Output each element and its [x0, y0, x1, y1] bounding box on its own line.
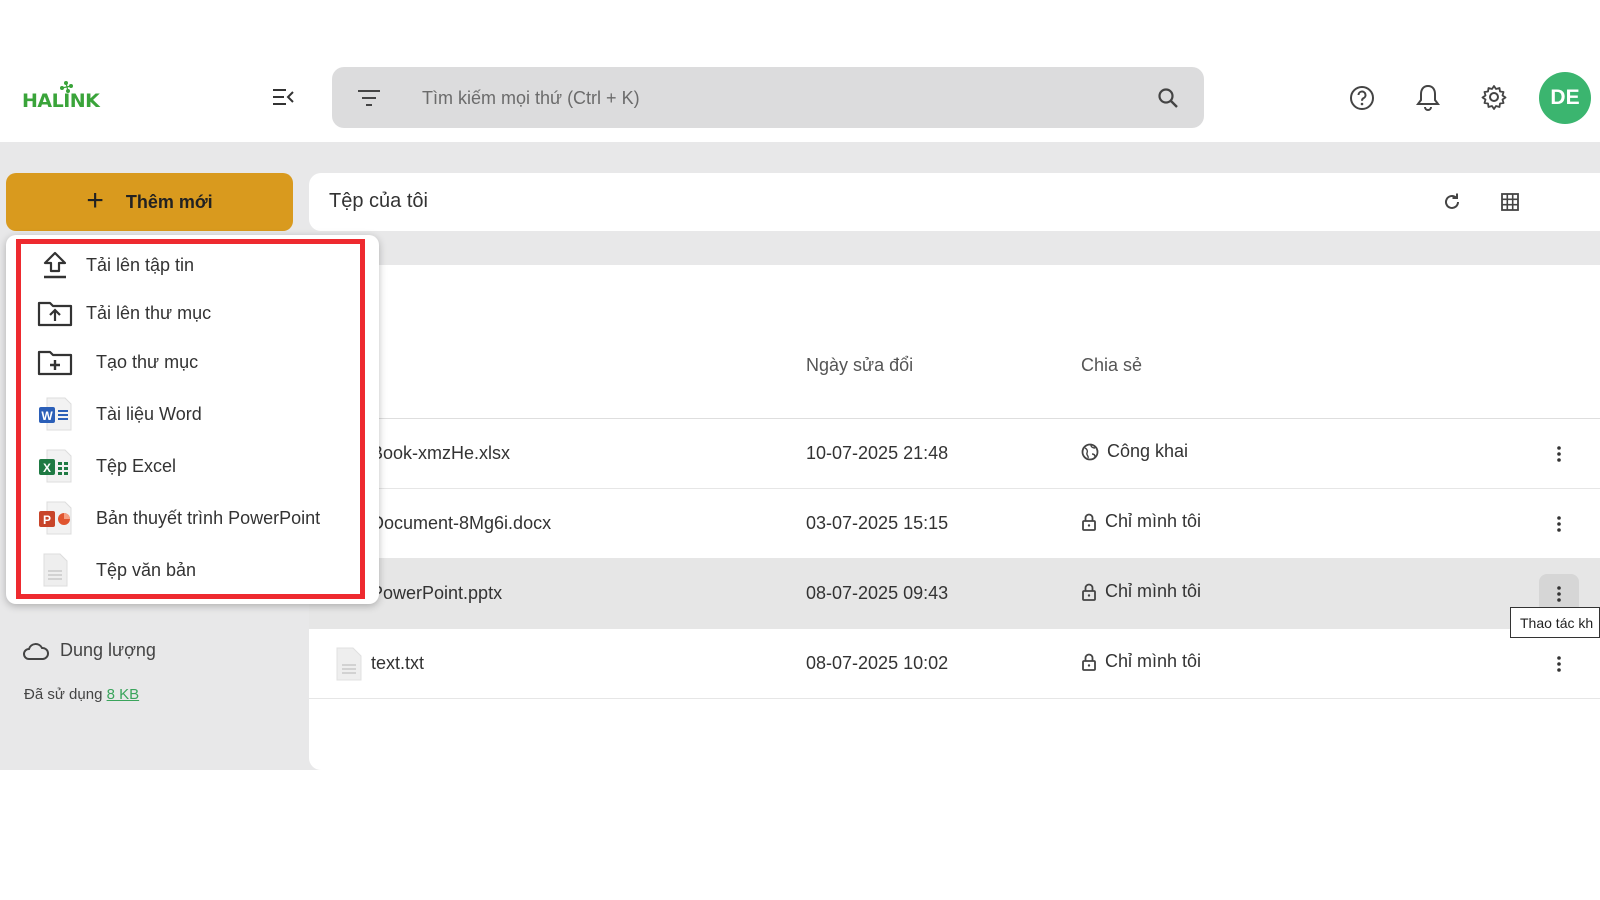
menu-item-excel[interactable]: X Tệp Excel [34, 446, 354, 486]
add-new-label: Thêm mới [125, 191, 213, 212]
storage-used: Đã sử dụng 8 KB [24, 686, 139, 703]
menu-collapse-icon [273, 89, 294, 105]
halink-logo[interactable]: HALINK [22, 80, 112, 114]
file-share: Công khai [1081, 441, 1188, 462]
file-share: Chỉ mình tôi [1081, 651, 1201, 672]
menu-item-label: Bản thuyết trình PowerPoint [96, 507, 321, 528]
more-vertical-icon [1557, 516, 1561, 532]
column-header-share[interactable]: Chia sẻ [1081, 355, 1142, 376]
lock-icon [1082, 653, 1096, 671]
file-modified: 10-07-2025 21:48 [806, 443, 949, 463]
lock-icon [1082, 513, 1096, 531]
logo-text: HALINK [22, 90, 100, 112]
file-name: Document-8Mg6i.docx [371, 513, 552, 533]
row-actions-tooltip: Thao tác kh [1510, 607, 1600, 638]
storage-label: Dung lượng [60, 640, 156, 660]
file-name: text.txt [371, 653, 425, 673]
file-modified: 08-07-2025 09:43 [806, 583, 949, 603]
search-icon [1158, 88, 1178, 108]
menu-item-word[interactable]: W Tài liệu Word [34, 394, 354, 434]
gear-icon [1481, 85, 1507, 110]
notifications-button[interactable] [1412, 81, 1444, 113]
plus-icon: + [86, 183, 104, 217]
menu-item-text-file[interactable]: Tệp văn bản [34, 550, 354, 590]
help-icon [1350, 86, 1374, 110]
text-file-icon [34, 550, 76, 590]
file-modified: 03-07-2025 15:15 [806, 513, 949, 533]
share-label: Chỉ mình tôi [1105, 651, 1202, 671]
add-new-button[interactable]: + Thêm mới [6, 173, 293, 231]
menu-item-upload-folder[interactable]: Tải lên thư mục [34, 293, 354, 333]
svg-text:W: W [41, 409, 53, 423]
upload-icon [34, 245, 76, 285]
menu-item-label: Tệp Excel [96, 455, 177, 476]
file-name: PowerPoint.pptx [371, 583, 503, 603]
svg-text:P: P [43, 513, 51, 527]
table-row[interactable]: text.txt 08-07-2025 10:02 Chỉ mình tôi [309, 629, 1600, 699]
user-avatar[interactable]: DE [1539, 72, 1591, 124]
text-file-icon [336, 647, 362, 681]
grid-view-button[interactable] [1495, 187, 1525, 217]
folder-upload-icon [34, 293, 76, 333]
share-label: Chỉ mình tôi [1105, 511, 1202, 531]
menu-item-label: Tạo thư mục [96, 351, 199, 372]
settings-button[interactable] [1478, 81, 1510, 113]
filter-button[interactable] [354, 83, 384, 113]
file-name: Book-xmzHe.xlsx [371, 443, 511, 463]
add-new-dropdown: Tải lên tập tin Tải lên thư mục Tạo thư … [6, 235, 379, 604]
search-bar [332, 67, 1204, 128]
share-label: Chỉ mình tôi [1105, 581, 1202, 601]
cloud-icon [22, 640, 52, 664]
page-title: Tệp của tôi [329, 190, 428, 212]
collapse-menu-button[interactable] [268, 82, 298, 112]
menu-item-upload-file[interactable]: Tải lên tập tin [34, 245, 354, 285]
file-share: Chỉ mình tôi [1081, 581, 1201, 602]
help-button[interactable] [1346, 82, 1378, 114]
menu-item-label: Tải lên tập tin [86, 254, 195, 275]
more-vertical-icon [1557, 586, 1561, 602]
bell-icon [1416, 84, 1440, 111]
storage-used-prefix: Đã sử dụng [24, 686, 103, 703]
row-actions-button[interactable] [1539, 644, 1579, 684]
excel-icon: X [34, 446, 76, 486]
row-actions-button[interactable] [1539, 434, 1579, 474]
word-icon: W [34, 394, 76, 434]
table-row[interactable]: Book-xmzHe.xlsx 10-07-2025 21:48 Công kh… [309, 419, 1600, 489]
menu-item-powerpoint[interactable]: P Bản thuyết trình PowerPoint [34, 498, 354, 538]
more-vertical-icon [1557, 656, 1561, 672]
top-bar: HALINK Tìm kiếm mọi thứ (Ctrl + K) DE [0, 30, 1600, 142]
menu-item-label: Tải lên thư mục [86, 302, 212, 323]
refresh-icon [1445, 193, 1459, 209]
folder-add-icon [34, 342, 76, 382]
menu-item-label: Tài liệu Word [96, 403, 202, 424]
file-modified: 08-07-2025 10:02 [806, 653, 949, 673]
search-input[interactable] [422, 81, 1122, 115]
file-list: Ngày sửa đổi Chia sẻ Book-xmzHe.xlsx 10-… [309, 265, 1600, 770]
grid-icon [1501, 193, 1519, 211]
file-share: Chỉ mình tôi [1081, 511, 1201, 532]
storage-used-value[interactable]: 8 KB [107, 686, 140, 703]
more-vertical-icon [1557, 446, 1561, 462]
refresh-button[interactable] [1437, 187, 1467, 217]
search-button[interactable] [1152, 82, 1184, 114]
column-header-modified[interactable]: Ngày sửa đổi [806, 355, 913, 376]
row-actions-button[interactable] [1539, 504, 1579, 544]
table-row[interactable]: PowerPoint.pptx 08-07-2025 09:43 Chỉ mìn… [309, 559, 1600, 629]
app-shell: HALINK Tìm kiếm mọi thứ (Ctrl + K) DE + … [0, 30, 1600, 770]
files-header: Tệp của tôi [309, 173, 1600, 231]
lock-icon [1082, 583, 1096, 601]
svg-text:X: X [43, 461, 51, 475]
globe-icon [1081, 443, 1099, 460]
filter-icon [358, 90, 380, 106]
menu-item-label: Tệp văn bản [96, 559, 197, 580]
table-row[interactable]: Document-8Mg6i.docx 03-07-2025 15:15 Chỉ… [309, 489, 1600, 559]
menu-item-create-folder[interactable]: Tạo thư mục [34, 342, 354, 382]
share-label: Công khai [1107, 441, 1189, 461]
powerpoint-icon: P [34, 498, 76, 538]
